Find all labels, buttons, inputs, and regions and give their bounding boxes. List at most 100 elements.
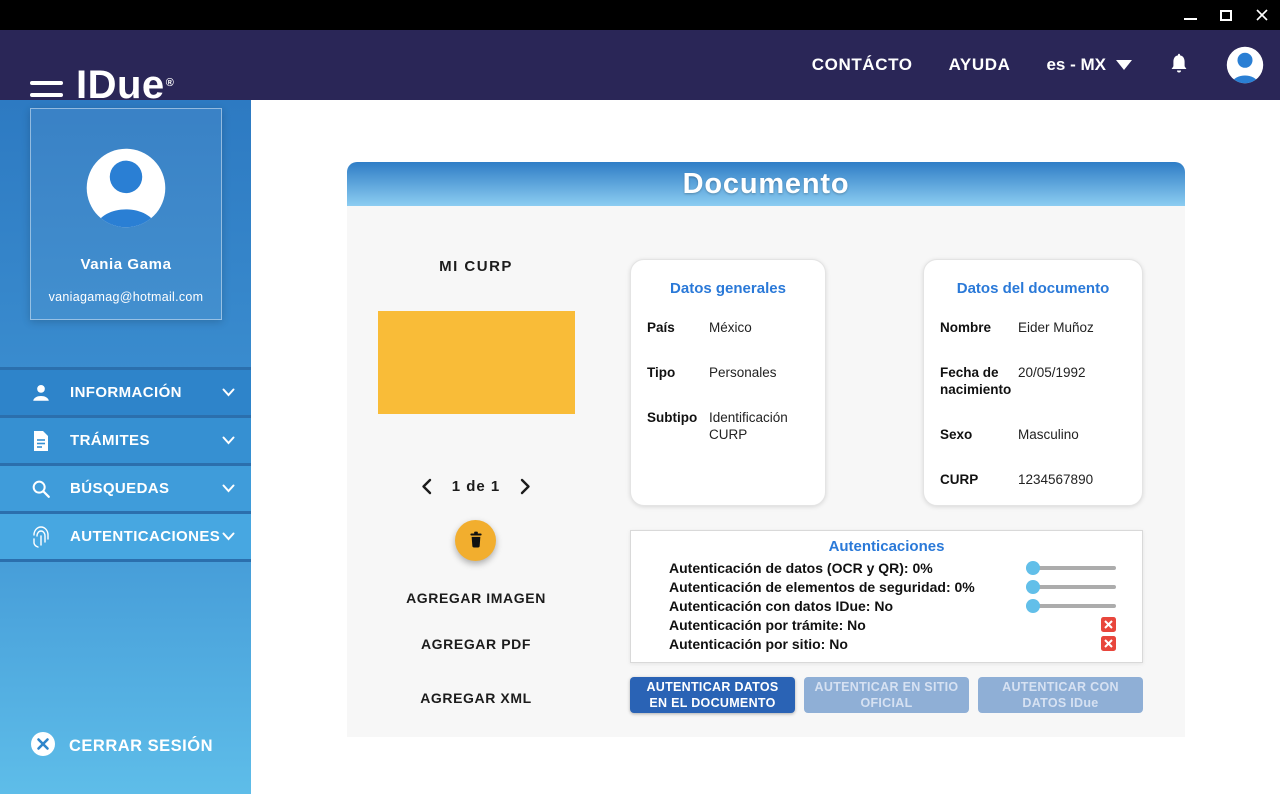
maximize-icon[interactable] [1218, 7, 1234, 23]
chevron-right-icon[interactable] [520, 478, 531, 495]
card-title: Datos generales [647, 280, 809, 297]
auth-slider[interactable] [1026, 561, 1116, 575]
delete-document-button[interactable] [455, 520, 496, 561]
row-label: Fecha de nacimiento [940, 364, 1018, 398]
autenticaciones-title: Autenticaciones [631, 538, 1142, 555]
profile-email: vaniagamag@hotmail.com [31, 290, 221, 304]
data-row: Tipo Personales [647, 364, 809, 381]
close-icon[interactable] [1254, 7, 1270, 23]
data-row: CURP 1234567890 [940, 471, 1126, 488]
profile-name: Vania Gama [31, 256, 221, 273]
auth-label: Autenticación por sitio: No [669, 636, 1101, 652]
data-row: Subtipo Identificación CURP [647, 409, 809, 443]
auth-label: Autenticación por trámite: No [669, 617, 1101, 633]
auth-row: Autenticación por trámite: No [631, 615, 1142, 634]
document-preview[interactable] [378, 311, 575, 414]
profile-card: Vania Gama vaniagamag@hotmail.com [30, 108, 222, 320]
autenticaciones-panel: Autenticaciones Autenticación de datos (… [630, 530, 1143, 663]
document-label: MI CURP [347, 258, 605, 275]
registered-mark: ® [166, 77, 175, 89]
autenticar-datos-documento-button[interactable]: AUTENTICAR DATOS EN EL DOCUMENTO [630, 677, 795, 713]
sidebar-item-tramites[interactable]: TRÁMITES [0, 418, 251, 463]
sidebar-item-autenticaciones[interactable]: AUTENTICACIONES [0, 514, 251, 559]
language-selector[interactable]: es - MX [1046, 55, 1132, 75]
data-row: Fecha de nacimiento 20/05/1992 [940, 364, 1126, 398]
main-content: Documento MI CURP 1 de 1 AGREGAR IMAGEN [251, 100, 1280, 794]
row-value: Eider Muñoz [1018, 319, 1126, 336]
sidebar-item-label: INFORMACIÓN [70, 384, 222, 401]
row-label: Nombre [940, 319, 1018, 336]
page-title-banner: Documento [347, 162, 1185, 206]
fingerprint-icon [28, 525, 54, 549]
autenticar-datos-idue-button[interactable]: AUTENTICAR CON DATOS IDue [978, 677, 1143, 713]
datos-documento-card: Datos del documento Nombre Eider Muñoz F… [923, 259, 1143, 506]
chevron-down-icon [222, 436, 235, 445]
document-icon [28, 430, 54, 452]
row-label: País [647, 319, 709, 336]
top-nav: CONTÁCTO AYUDA es - MX [812, 30, 1264, 100]
auth-label: Autenticación con datos IDue: No [669, 598, 1026, 614]
nav-ayuda[interactable]: AYUDA [949, 55, 1011, 75]
fail-icon [1101, 636, 1116, 651]
page-indicator: 1 de 1 [452, 478, 501, 495]
pagination: 1 de 1 [347, 478, 605, 495]
row-value: 20/05/1992 [1018, 364, 1126, 398]
row-label: Tipo [647, 364, 709, 381]
row-value: Personales [709, 364, 809, 381]
auth-slider[interactable] [1026, 599, 1116, 613]
nav-contacto[interactable]: CONTÁCTO [812, 55, 913, 75]
row-label: Subtipo [647, 409, 709, 443]
logout-icon [30, 731, 56, 762]
auth-row: Autenticación por sitio: No [631, 634, 1142, 653]
row-value: 1234567890 [1018, 471, 1126, 488]
sidebar: Vania Gama vaniagamag@hotmail.com INFORM… [0, 100, 251, 794]
data-row: Sexo Masculino [940, 426, 1126, 443]
caret-down-icon [1116, 60, 1132, 70]
autenticar-sitio-oficial-button[interactable]: AUTENTICAR EN SITIO OFICIAL [804, 677, 969, 713]
auth-row: Autenticación de elementos de seguridad:… [631, 577, 1142, 596]
add-pdf-button[interactable]: AGREGAR PDF [347, 636, 605, 652]
chevron-left-icon[interactable] [421, 478, 432, 495]
notifications-bell-icon[interactable] [1168, 53, 1190, 77]
auth-label: Autenticación de datos (OCR y QR): 0% [669, 560, 1026, 576]
document-panel: MI CURP 1 de 1 AGREGAR IMAGEN AGREGAR PD… [347, 206, 1185, 737]
sidebar-item-label: BÚSQUEDAS [70, 480, 222, 497]
language-value: es - MX [1046, 55, 1106, 75]
add-xml-button[interactable]: AGREGAR XML [347, 690, 605, 706]
auth-slider[interactable] [1026, 580, 1116, 594]
profile-avatar-icon [85, 147, 167, 229]
sidebar-item-label: TRÁMITES [70, 432, 222, 449]
document-column: MI CURP 1 de 1 AGREGAR IMAGEN AGREGAR PD… [347, 206, 605, 737]
auth-label: Autenticación de elementos de seguridad:… [669, 579, 1026, 595]
fail-icon [1101, 617, 1116, 632]
sidebar-item-busquedas[interactable]: BÚSQUEDAS [0, 466, 251, 511]
chevron-down-icon [222, 388, 235, 397]
logout-label: CERRAR SESIÓN [69, 737, 213, 756]
sidebar-item-informacion[interactable]: INFORMACIÓN [0, 370, 251, 415]
row-value: Masculino [1018, 426, 1126, 443]
app-header: IDue® DILIGENCE AUTHENTICATION CONTÁCTO … [0, 30, 1280, 100]
row-value: Identificación CURP [709, 409, 809, 443]
window-titlebar [0, 0, 1280, 30]
datos-generales-card: Datos generales País México Tipo Persona… [630, 259, 826, 506]
user-icon [28, 382, 54, 404]
row-label: CURP [940, 471, 1018, 488]
chevron-down-icon [222, 484, 235, 493]
data-row: País México [647, 319, 809, 336]
data-row: Nombre Eider Muñoz [940, 319, 1126, 336]
sidebar-item-label: AUTENTICACIONES [70, 528, 222, 545]
auth-row: Autenticación con datos IDue: No [631, 596, 1142, 615]
auth-row: Autenticación de datos (OCR y QR): 0% [631, 558, 1142, 577]
search-icon [28, 478, 54, 500]
add-image-button[interactable]: AGREGAR IMAGEN [347, 590, 605, 606]
action-buttons: AUTENTICAR DATOS EN EL DOCUMENTO AUTENTI… [630, 677, 1143, 713]
minimize-icon[interactable] [1182, 7, 1198, 23]
card-title: Datos del documento [940, 280, 1126, 297]
row-value: México [709, 319, 809, 336]
user-avatar-icon[interactable] [1226, 46, 1264, 84]
logout-button[interactable]: CERRAR SESIÓN [30, 731, 213, 762]
sidebar-menu: INFORMACIÓN TRÁMITES BÚSQUEDAS [0, 367, 251, 562]
trash-icon [467, 530, 485, 552]
row-label: Sexo [940, 426, 1018, 443]
page-title: Documento [683, 168, 850, 201]
